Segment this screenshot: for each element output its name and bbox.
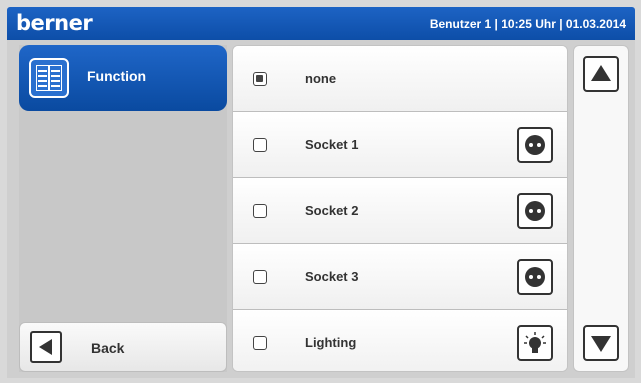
scroll-down-button[interactable]	[583, 325, 619, 361]
scroll-up-button[interactable]	[583, 56, 619, 92]
option-label: Socket 3	[305, 269, 359, 284]
main-area: Function Back none Socket 1 Socket 2 Soc…	[7, 40, 635, 378]
radio-unchecked[interactable]	[253, 204, 267, 218]
socket-icon	[517, 127, 553, 163]
brand-logo: berner	[16, 11, 93, 35]
back-button[interactable]: Back	[19, 322, 227, 372]
radio-unchecked[interactable]	[253, 336, 267, 350]
radio-checked[interactable]	[253, 72, 267, 86]
top-bar: berner Benutzer 1 | 10:25 Uhr | 01.03.20…	[7, 7, 635, 40]
back-label: Back	[91, 340, 125, 356]
list-item[interactable]: none	[233, 46, 567, 112]
light-bulb-icon	[517, 325, 553, 361]
function-option-list: none Socket 1 Socket 2 Socket 3 Lighting	[232, 45, 568, 372]
option-label: Socket 2	[305, 203, 359, 218]
arrow-up-icon	[591, 65, 611, 81]
option-label: Lighting	[305, 335, 357, 350]
function-button[interactable]: Function	[19, 45, 227, 111]
function-label: Function	[87, 68, 147, 84]
left-panel: Function Back	[19, 45, 227, 372]
socket-icon	[517, 259, 553, 295]
status-text: Benutzer 1 | 10:25 Uhr | 01.03.2014	[429, 17, 626, 31]
option-label: none	[305, 71, 337, 86]
scroll-panel	[573, 45, 629, 372]
list-item[interactable]: Socket 2	[233, 178, 567, 244]
list-item[interactable]: Socket 1	[233, 112, 567, 178]
function-list-icon	[29, 58, 69, 98]
radio-unchecked[interactable]	[253, 270, 267, 284]
list-item[interactable]: Socket 3	[233, 244, 567, 310]
arrow-left-icon	[30, 331, 62, 363]
socket-icon	[517, 193, 553, 229]
list-item[interactable]: Lighting	[233, 310, 567, 371]
arrow-down-icon	[591, 336, 611, 352]
option-label: Socket 1	[305, 137, 359, 152]
radio-unchecked[interactable]	[253, 138, 267, 152]
